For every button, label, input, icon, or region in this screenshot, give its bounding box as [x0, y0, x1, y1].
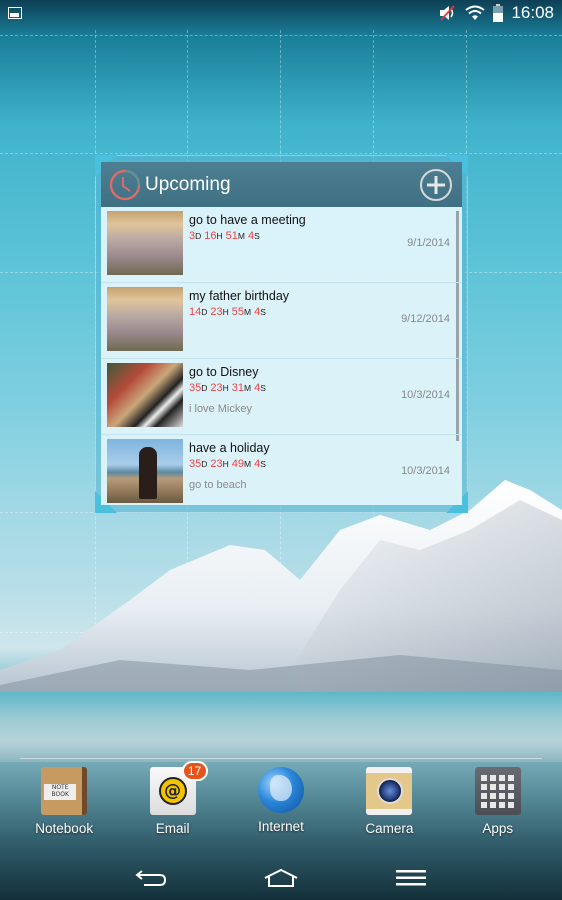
app-label: Apps	[482, 821, 514, 836]
event-thumbnail	[107, 439, 183, 503]
dock: NOTE BOOK Notebook @ 17 Email Internet C…	[0, 761, 562, 842]
widget-header: Upcoming	[101, 162, 462, 207]
event-row[interactable]: go to have a meeting 3D 16H 51M 4S 9/1/2014	[101, 207, 462, 283]
menu-button[interactable]	[391, 863, 431, 893]
event-date: 9/1/2014	[407, 237, 450, 249]
event-note: i love Mickey	[189, 403, 252, 415]
widget-title: Upcoming	[145, 173, 231, 195]
app-drawer[interactable]: Apps	[453, 762, 543, 842]
app-camera[interactable]: Camera	[344, 762, 434, 842]
app-notebook[interactable]: NOTE BOOK Notebook	[19, 762, 109, 842]
event-row[interactable]: go to Disney 35D 23H 31M 4S i love Mickey 1…	[101, 359, 462, 435]
unread-badge: 17	[181, 761, 208, 781]
grid-line	[0, 153, 562, 154]
lake-image	[0, 692, 562, 762]
event-thumbnail	[107, 287, 183, 351]
event-thumbnail	[107, 363, 183, 427]
battery-icon	[493, 4, 504, 22]
grid-line	[0, 35, 562, 36]
notebook-icon: NOTE BOOK	[41, 767, 88, 815]
clock-icon	[109, 169, 141, 200]
event-note: go to beach	[189, 479, 247, 491]
add-event-button[interactable]	[420, 168, 452, 201]
app-label: Camera	[365, 821, 414, 836]
app-label: Notebook	[35, 821, 94, 836]
event-date: 9/12/2014	[401, 313, 450, 325]
event-title: have a holiday	[189, 441, 270, 455]
event-row[interactable]: have a holiday 35D 23H 49M 4S go to beach 1…	[101, 435, 462, 505]
home-button[interactable]	[261, 863, 301, 893]
upcoming-widget[interactable]: Upcoming go to have a meeting 3D 16H 51M 4S…	[95, 155, 468, 513]
app-internet[interactable]: Internet	[236, 762, 326, 842]
app-label: Internet	[258, 819, 304, 834]
back-icon	[135, 869, 167, 886]
status-time: 16:08	[511, 3, 554, 22]
app-label: Email	[155, 821, 190, 836]
home-icon	[264, 868, 298, 887]
globe-icon	[257, 767, 304, 813]
event-title: my father birthday	[189, 289, 290, 303]
apps-grid-icon	[474, 767, 521, 815]
event-date: 10/3/2014	[401, 389, 450, 401]
dock-divider	[20, 758, 542, 759]
event-title: go to have a meeting	[189, 213, 306, 227]
menu-icon	[396, 869, 426, 885]
navigation-bar	[0, 855, 562, 900]
email-icon: @ 17	[149, 761, 208, 815]
event-title: go to Disney	[189, 365, 259, 379]
status-bar: 16:08	[0, 0, 562, 26]
volume-muted-icon	[440, 5, 456, 21]
back-button[interactable]	[131, 863, 171, 893]
event-date: 10/3/2014	[401, 465, 450, 477]
event-row[interactable]: my father birthday 14D 23H 55M 4S 9/12/2014	[101, 283, 462, 359]
event-thumbnail	[107, 211, 183, 275]
event-list[interactable]: go to have a meeting 3D 16H 51M 4S 9/1/2014…	[101, 207, 462, 505]
wifi-icon	[465, 5, 486, 20]
app-email[interactable]: @ 17 Email	[128, 761, 218, 842]
gallery-icon	[8, 7, 22, 19]
camera-icon	[366, 767, 413, 815]
